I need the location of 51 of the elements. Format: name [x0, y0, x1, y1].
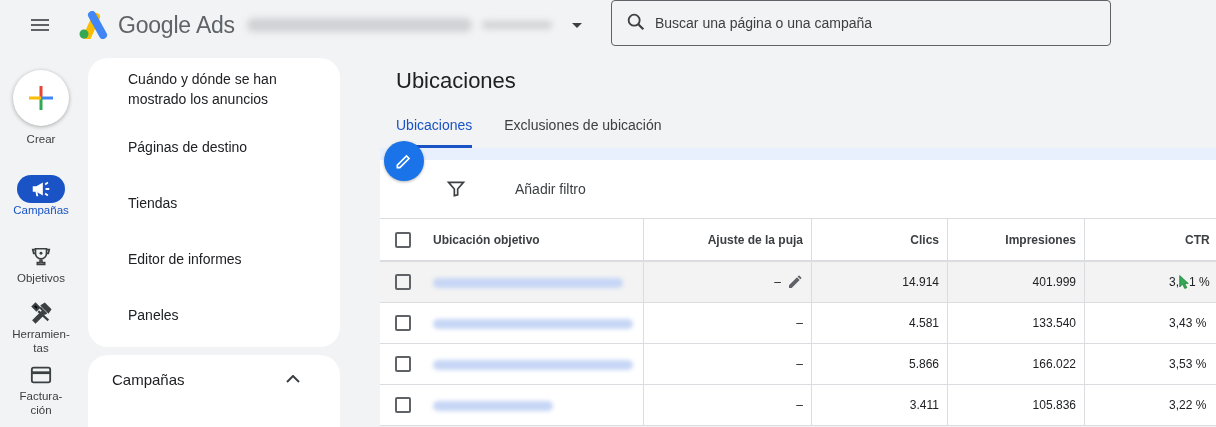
- table-cell: 401.999: [1032, 275, 1076, 289]
- rail-label[interactable]: Objetivos: [6, 271, 76, 285]
- table-cell: –: [796, 398, 803, 412]
- create-button[interactable]: [13, 70, 69, 126]
- card-icon: [30, 364, 52, 386]
- table-cell: 5.866: [908, 357, 939, 371]
- cursor-icon: [1179, 274, 1189, 290]
- rail-label[interactable]: Crear: [6, 132, 76, 146]
- checkbox[interactable]: [394, 397, 411, 413]
- checkbox[interactable]: [394, 356, 411, 372]
- tab[interactable]: Exclusiones de ubicación: [504, 117, 662, 148]
- menu-icon[interactable]: [31, 19, 49, 31]
- search-field[interactable]: Buscar una página o una campaña: [610, 0, 1111, 46]
- tools-icon: [30, 302, 52, 324]
- plus-icon: [29, 86, 53, 110]
- chevron-icon: [286, 375, 300, 383]
- table-cell: 3,: [1169, 275, 1179, 289]
- rail-label[interactable]: Factura-ción: [16, 389, 66, 417]
- filter-icon[interactable]: [446, 179, 466, 199]
- table-cell: 105.836: [1032, 398, 1076, 412]
- nav-section-header[interactable]: Campañas: [112, 355, 300, 403]
- nav-item[interactable]: Paneles: [128, 287, 320, 343]
- table-cell: 3,22 %: [1169, 398, 1207, 412]
- table-cell: 3.411: [909, 398, 939, 412]
- logo-icon: [78, 11, 108, 39]
- table-cell: 166.022: [1032, 357, 1076, 371]
- trophy-icon: [30, 246, 52, 268]
- nav-item[interactable]: Editor de informes: [128, 231, 320, 287]
- nav-item[interactable]: Páginas de destino: [128, 119, 320, 175]
- checkbox[interactable]: [394, 231, 411, 248]
- caret-icon[interactable]: [571, 22, 582, 28]
- table-cell: –: [796, 316, 803, 330]
- table-cell: –: [774, 275, 781, 289]
- table-cell: 133.540: [1032, 316, 1076, 330]
- add-filter-link[interactable]: Añadir filtro: [515, 181, 586, 197]
- page-title: Ubicaciones: [396, 67, 517, 95]
- checkbox[interactable]: [394, 274, 411, 290]
- pencil-icon[interactable]: [787, 274, 803, 290]
- rail-label[interactable]: Herramien-tas: [10, 327, 72, 355]
- table-cell: 3,43 %: [1169, 316, 1207, 330]
- checkbox[interactable]: [394, 315, 411, 331]
- rail-icon-button[interactable]: [17, 175, 65, 203]
- nav-item[interactable]: Cuándo y dónde se han mostrado los anuncios: [128, 58, 320, 119]
- table-cell: 1 %: [1189, 275, 1210, 289]
- table-cell: 14.914: [902, 275, 939, 289]
- table-cell: 4.581: [908, 316, 939, 330]
- table-cell: –: [796, 357, 803, 371]
- rail-label[interactable]: Campañas: [6, 203, 76, 217]
- product-name: Google Ads: [118, 11, 235, 39]
- nav-item[interactable]: Tiendas: [128, 175, 320, 231]
- table-cell: 3,53 %: [1169, 357, 1207, 371]
